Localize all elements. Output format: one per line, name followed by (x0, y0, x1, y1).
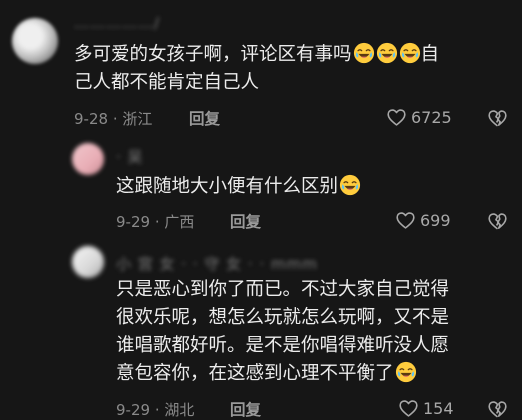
like-count: 6725 (411, 108, 452, 127)
broken-heart-icon[interactable] (487, 211, 508, 232)
heart-outline-icon (395, 210, 416, 231)
comment-location: 浙江 (122, 110, 153, 128)
comment-location: 湖北 (164, 401, 195, 419)
comment-text: 这跟随地大小便有什么区别 (116, 173, 361, 201)
comment-line: 己人都不能肯定自己人 (74, 72, 260, 93)
comment-meta: 9-29 · 广西 (116, 213, 195, 231)
comment-line: 只是恶心到你了而已。不过大家自己觉得 (116, 279, 450, 300)
like-button[interactable]: 154 (398, 398, 454, 419)
comment-date: 9-29 (116, 213, 151, 231)
comment-line: 很欢乐呢，想怎么玩就怎么玩啊，又不是 (116, 307, 450, 328)
crying-laughing-emoji-icon (395, 361, 417, 383)
comment-date: 9-28 (74, 110, 109, 128)
like-button[interactable]: 699 (395, 210, 451, 231)
comment-meta: 9-28 · 浙江 (74, 110, 153, 128)
comment-line: 这跟随地大小便有什么区别 (116, 176, 339, 197)
crying-laughing-emoji-icon (339, 174, 361, 196)
avatar[interactable] (72, 143, 104, 175)
comment-line-suffix: 自 (420, 44, 440, 65)
username[interactable]: ……………/ (74, 14, 160, 32)
reply-button[interactable]: 回复 (230, 210, 261, 232)
comment-line: 多可爱的女孩子啊，评论区有事吗 (74, 44, 352, 65)
username[interactable]: · 吴 (116, 146, 144, 167)
avatar[interactable] (12, 18, 58, 64)
avatar[interactable] (72, 246, 104, 278)
comment-line: 谁唱歌都好听。是不是你唱得难听没人愿 (116, 335, 450, 356)
username[interactable]: 小 宫 女 · · 守 女 · · mmm (116, 253, 318, 274)
like-count: 699 (420, 211, 451, 230)
like-count: 154 (423, 399, 454, 418)
comment-date: 9-29 (116, 401, 151, 419)
reply-button[interactable]: 回复 (189, 107, 220, 129)
crying-laughing-emoji-icon (376, 42, 398, 64)
comment-text: 多可爱的女孩子啊，评论区有事吗 自 (74, 41, 439, 69)
comment-text: 意包容你，在这感到心理不平衡了 (116, 360, 417, 388)
comment-location: 广西 (164, 213, 195, 231)
like-button[interactable]: 6725 (386, 107, 452, 128)
comment-line: 意包容你，在这感到心理不平衡了 (116, 363, 394, 384)
heart-outline-icon (398, 398, 419, 419)
crying-laughing-emoji-icon (399, 42, 421, 64)
broken-heart-icon[interactable] (487, 108, 508, 129)
heart-outline-icon (386, 107, 407, 128)
crying-laughing-emoji-icon (353, 42, 375, 64)
